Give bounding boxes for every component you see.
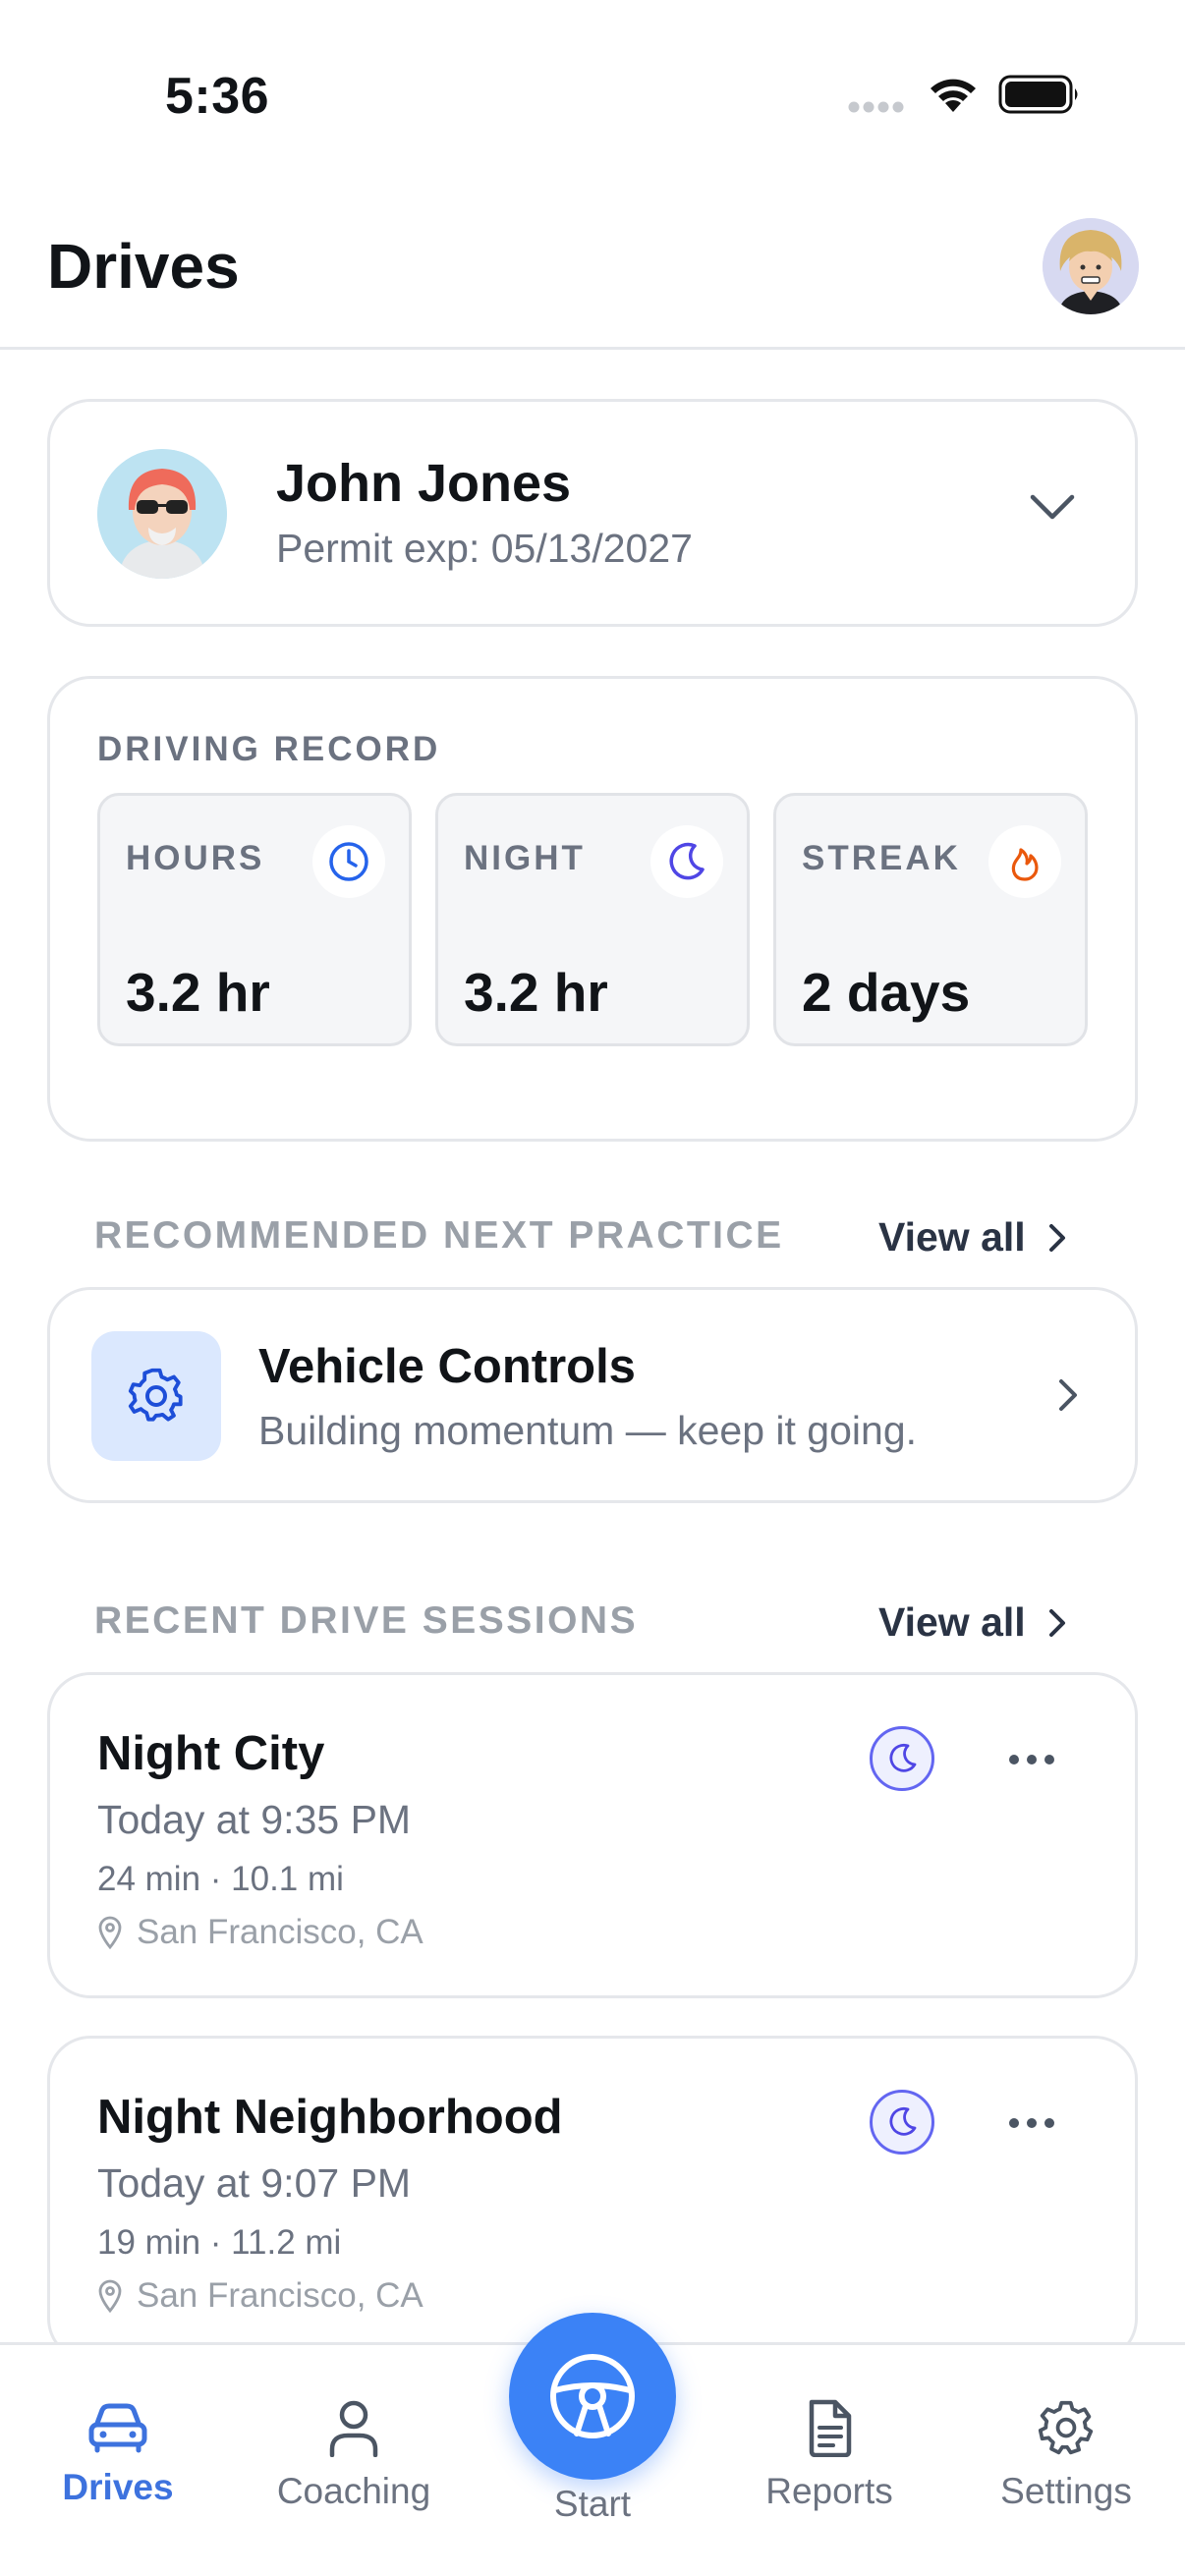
recent-sessions-heading: RECENT DRIVE SESSIONS <box>94 1599 639 1642</box>
status-time: 5:36 <box>165 68 270 125</box>
stat-streak: STREAK 2 days <box>773 793 1088 1046</box>
session-time: Today at 9:07 PM <box>97 2160 412 2206</box>
stat-label: STREAK <box>802 839 961 877</box>
car-icon <box>88 2403 147 2453</box>
stat-value: 2 days <box>802 962 971 1023</box>
recommended-view-all-link[interactable]: View all <box>878 1214 1067 1260</box>
tab-coaching[interactable]: Coaching <box>246 2398 462 2512</box>
moon-icon <box>889 2106 917 2136</box>
practice-subtitle: Building momentum — keep it going. <box>258 1408 918 1453</box>
user-avatar-icon <box>1043 218 1139 314</box>
driver-selector-card[interactable]: John Jones Permit exp: 05/13/2027 <box>47 399 1138 627</box>
wifi-icon <box>931 79 976 112</box>
session-time: Today at 9:35 PM <box>97 1797 412 1842</box>
tab-label: Drives <box>62 2467 174 2507</box>
tab-label: Coaching <box>276 2471 431 2511</box>
chevron-right-icon <box>1048 1608 1065 1637</box>
profile-avatar[interactable] <box>1043 218 1139 314</box>
session-title: Night City <box>97 1727 325 1780</box>
more-options-button[interactable] <box>997 1732 1066 1787</box>
session-meta: 24 min · 10.1 mi <box>97 1860 344 1898</box>
app-header: Drives <box>0 187 1185 350</box>
recommended-heading: RECOMMENDED NEXT PRACTICE <box>94 1214 784 1257</box>
recent-view-all-link[interactable]: View all <box>878 1599 1067 1646</box>
steering-wheel-icon <box>550 2354 635 2438</box>
battery-icon <box>998 75 1078 114</box>
tab-reports[interactable]: Reports <box>721 2398 937 2512</box>
driving-record-card: DRIVING RECORD HOURS 3.2 hr NIGHT 3.2 hr… <box>47 676 1138 1142</box>
gear-icon <box>128 1368 183 1422</box>
chevron-right-icon <box>1048 1223 1065 1252</box>
session-location-text: San Francisco, CA <box>137 1913 423 1951</box>
session-location: San Francisco, CA <box>97 2276 423 2316</box>
document-icon <box>809 2399 852 2457</box>
tab-label: Settings <box>1000 2471 1132 2511</box>
stat-label: HOURS <box>126 839 265 877</box>
driving-record-title: DRIVING RECORD <box>97 730 441 768</box>
more-options-button[interactable] <box>997 2096 1066 2151</box>
stat-value: 3.2 hr <box>126 962 270 1023</box>
practice-title: Vehicle Controls <box>258 1340 636 1393</box>
more-horizontal-icon <box>1009 2118 1054 2128</box>
start-drive-button[interactable] <box>509 2313 676 2480</box>
session-meta: 19 min · 11.2 mi <box>97 2223 342 2262</box>
stat-night: NIGHT 3.2 hr <box>435 793 750 1046</box>
session-location: San Francisco, CA <box>97 1913 423 1952</box>
location-pin-icon <box>98 2279 122 2313</box>
start-label: Start <box>553 2484 632 2524</box>
driver-name: John Jones <box>276 454 572 513</box>
person-icon <box>329 2400 378 2457</box>
more-horizontal-icon <box>1009 1755 1054 1764</box>
moon-icon <box>889 1743 917 1772</box>
chevron-right-icon <box>1059 1379 1077 1411</box>
driver-avatar <box>97 449 227 579</box>
flame-icon <box>1011 848 1039 881</box>
session-card[interactable]: Night City Today at 9:35 PM 24 min · 10.… <box>47 1672 1138 1998</box>
stat-value: 3.2 hr <box>464 962 608 1023</box>
chevron-down-icon[interactable] <box>1029 492 1076 522</box>
view-all-label: View all <box>878 1214 1026 1260</box>
stat-label: NIGHT <box>464 839 586 877</box>
page-title: Drives <box>47 231 240 302</box>
night-badge <box>870 1726 934 1791</box>
stat-hours: HOURS 3.2 hr <box>97 793 412 1046</box>
gear-icon <box>1038 2400 1094 2455</box>
cellular-signal-icon <box>848 101 904 113</box>
tab-drives[interactable]: Drives <box>10 2398 226 2508</box>
session-location-text: San Francisco, CA <box>137 2276 423 2315</box>
night-badge <box>870 2090 934 2155</box>
permit-expiry: Permit exp: 05/13/2027 <box>276 526 693 571</box>
tab-label: Reports <box>765 2471 893 2511</box>
view-all-label: View all <box>878 1599 1026 1645</box>
location-pin-icon <box>98 1916 122 1949</box>
driver-avatar-icon <box>97 449 227 579</box>
session-title: Night Neighborhood <box>97 2091 563 2144</box>
practice-card[interactable]: Vehicle Controls Building momentum — kee… <box>47 1287 1138 1503</box>
tab-settings[interactable]: Settings <box>958 2398 1174 2512</box>
moon-icon <box>669 842 705 880</box>
clock-icon <box>329 842 368 881</box>
status-bar: 5:36 <box>0 0 1185 187</box>
